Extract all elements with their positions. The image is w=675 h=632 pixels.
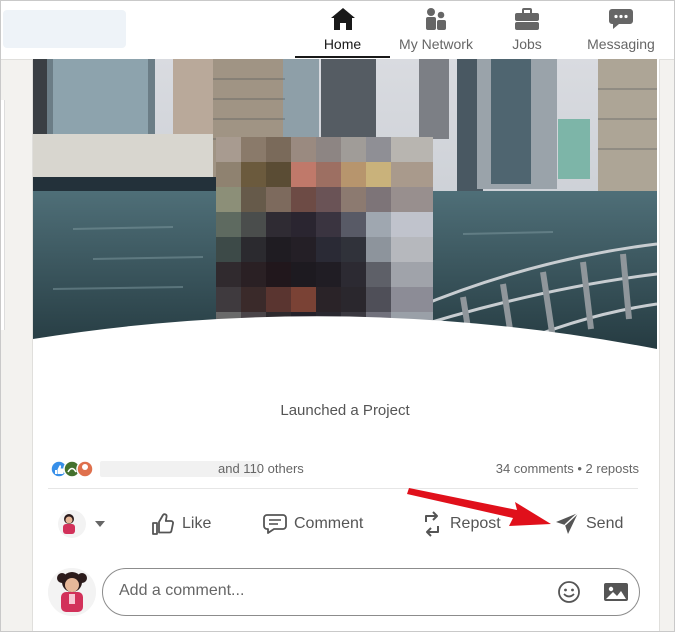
chevron-down-icon: [95, 521, 105, 527]
nav-home[interactable]: Home: [295, 1, 390, 58]
comment-composer: [48, 566, 642, 618]
emoji-icon[interactable]: [557, 580, 581, 604]
briefcase-icon: [514, 7, 540, 31]
send-label: Send: [586, 515, 624, 532]
send-icon: [556, 512, 579, 534]
image-icon[interactable]: [603, 580, 629, 604]
user-avatar: [48, 568, 96, 616]
nav-jobs-label: Jobs: [512, 36, 542, 52]
post-image[interactable]: [33, 59, 657, 374]
annotation-arrow-icon: [407, 488, 551, 526]
nav-messaging-label: Messaging: [587, 36, 655, 52]
network-icon: [424, 7, 448, 31]
nav-jobs[interactable]: Jobs: [497, 1, 557, 58]
comment-input[interactable]: [117, 581, 541, 601]
top-nav-bar: Home My Network Jobs Messaging: [1, 1, 674, 60]
post-caption: Launched a Project: [280, 402, 410, 419]
reaction-icons[interactable]: [50, 460, 98, 478]
nav-home-label: Home: [323, 36, 362, 52]
like-button[interactable]: Like: [150, 500, 211, 548]
user-avatar-small: [58, 510, 86, 538]
search-box[interactable]: [3, 10, 126, 48]
like-icon: [152, 513, 174, 535]
nav-messaging[interactable]: Messaging: [585, 1, 657, 58]
reaction-picker[interactable]: [58, 500, 112, 548]
comment-input-box[interactable]: [102, 568, 640, 616]
comments-reposts-count[interactable]: 34 comments • 2 reposts: [496, 461, 639, 476]
like-label: Like: [182, 515, 212, 532]
comment-button[interactable]: Comment: [262, 500, 363, 548]
left-panel-edge: [0, 100, 5, 330]
nav-my-network-label: My Network: [399, 36, 473, 52]
reactions-others-text[interactable]: and 110 others: [218, 461, 304, 476]
comment-label: Comment: [294, 515, 364, 532]
comment-icon: [263, 514, 287, 534]
social-counts-row: and 110 others 34 comments • 2 reposts: [48, 460, 642, 480]
home-icon: [330, 7, 356, 31]
messaging-icon: [608, 7, 634, 31]
send-button[interactable]: Send: [554, 500, 623, 548]
nav-my-network[interactable]: My Network: [393, 1, 479, 58]
